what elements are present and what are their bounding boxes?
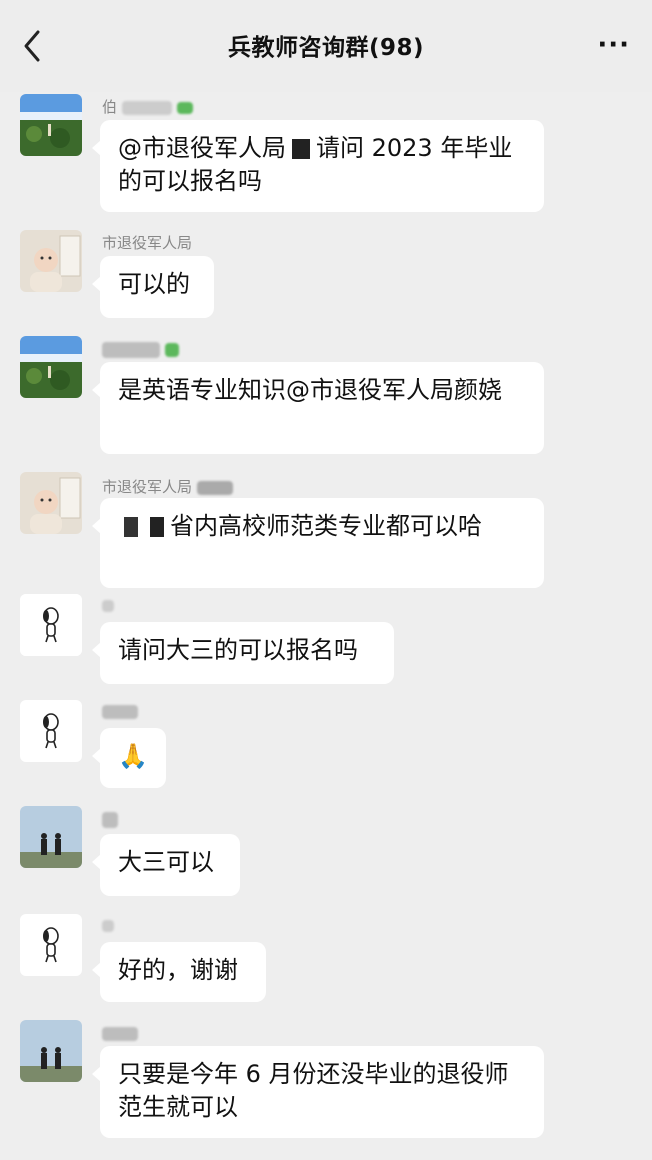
message-bubble[interactable]: @市退役军人局 请问 2023 年毕业的可以报名吗 (92, 120, 544, 212)
more-options-button[interactable]: ··· (597, 30, 630, 60)
sender-name: 市退役军人局 (102, 234, 193, 252)
message-bubble[interactable]: 🙏 (92, 728, 166, 788)
landscape-avatar[interactable] (20, 336, 82, 398)
baby-avatar[interactable] (20, 472, 82, 534)
message-bubble[interactable]: 是英语专业知识@市退役军人局颜娆 (92, 362, 544, 454)
praying-hands-icon: 🙏 (118, 742, 148, 770)
landscape-avatar[interactable] (20, 94, 82, 156)
sender-name (102, 340, 179, 358)
chat-title: 兵教师咨询群(98) (227, 35, 425, 61)
couple-avatar[interactable] (20, 806, 82, 868)
snoopy-avatar[interactable] (20, 594, 82, 656)
message-bubble[interactable]: 省内高校师范类专业都可以哈 (92, 498, 544, 588)
sender-name (102, 596, 114, 614)
message-bubble[interactable]: 大三可以 (92, 834, 240, 896)
sender-name: 市退役军人局 (102, 476, 233, 497)
snoopy-avatar[interactable] (20, 914, 82, 976)
chat-header: 兵教师咨询群(98) ··· (0, 0, 652, 92)
sender-name (102, 1024, 138, 1042)
sender-name (102, 702, 138, 720)
message-bubble[interactable]: 好的，谢谢 (92, 942, 266, 1002)
couple-avatar[interactable] (20, 1020, 82, 1082)
message-bubble[interactable]: 可以的 (92, 256, 214, 318)
snoopy-avatar[interactable] (20, 700, 82, 762)
sender-name (102, 810, 118, 828)
message-bubble[interactable]: 只要是今年 6 月份还没毕业的退役师范生就可以 (92, 1046, 544, 1138)
baby-avatar[interactable] (20, 230, 82, 292)
sender-name: 伯 (102, 96, 193, 117)
sender-name (102, 916, 114, 934)
message-bubble[interactable]: 请问大三的可以报名吗 (92, 622, 394, 684)
